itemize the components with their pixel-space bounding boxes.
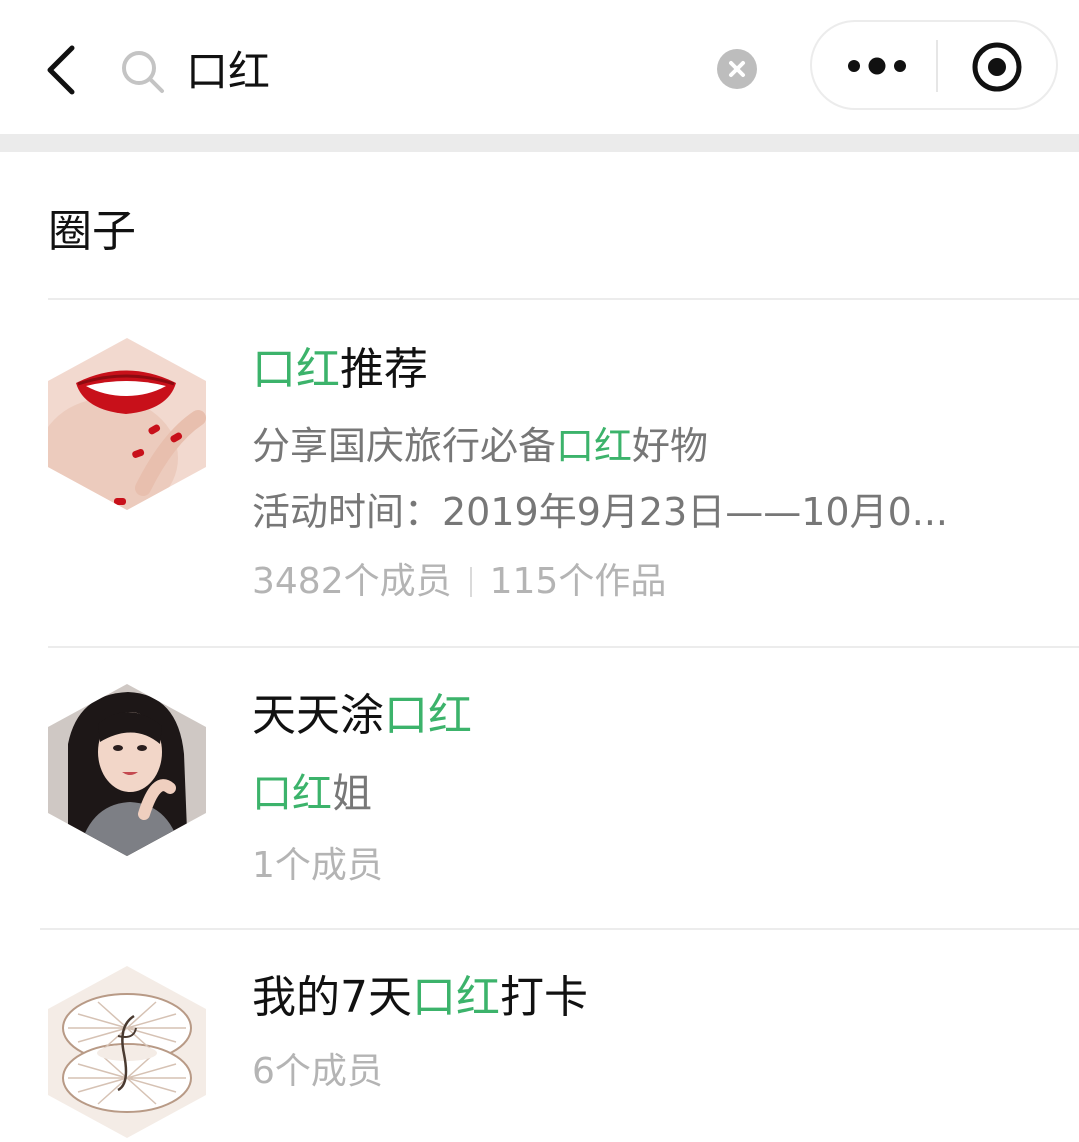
- more-button[interactable]: [840, 44, 914, 88]
- close-miniprogram-button[interactable]: [970, 40, 1024, 94]
- capsule-divider: [936, 40, 938, 92]
- result-description: 分享国庆旅行必备口红好物: [252, 424, 709, 468]
- result-description: 口红姐: [252, 771, 372, 817]
- back-button[interactable]: [38, 40, 88, 100]
- top-bar: [0, 0, 1079, 134]
- chevron-left-icon: [47, 45, 75, 95]
- member-count: 1个成员: [252, 845, 383, 886]
- result-item[interactable]: 我的7天口红打卡 6个成员: [0, 930, 1079, 1142]
- clear-icon: [729, 61, 745, 77]
- work-count: 115个作品: [489, 561, 667, 602]
- result-stats: 3482个成员 115个作品: [252, 556, 666, 608]
- result-title: 天天涂口红: [252, 690, 472, 741]
- member-count: 3482个成员: [252, 561, 452, 602]
- target-circle-icon: [972, 42, 1022, 92]
- search-icon: [120, 49, 166, 95]
- result-item[interactable]: 口红推荐 分享国庆旅行必备口红好物 活动时间：2019年9月23日——10月0.…: [0, 300, 1079, 646]
- result-item[interactable]: 天天涂口红 口红姐 1个成员: [0, 648, 1079, 928]
- result-title: 我的7天口红打卡: [252, 972, 588, 1023]
- girl-portrait-avatar: [48, 684, 206, 856]
- member-count: 6个成员: [252, 1051, 383, 1092]
- section-title: 圈子: [48, 206, 136, 257]
- shell-logo-avatar: [48, 966, 206, 1138]
- more-dots-icon: [848, 57, 906, 75]
- red-lips-avatar: [48, 338, 206, 510]
- result-activity-time: 活动时间：2019年9月23日——10月0...: [252, 490, 949, 534]
- miniprogram-capsule: [810, 20, 1058, 110]
- result-title: 口红推荐: [252, 344, 428, 395]
- header-separator: [0, 134, 1079, 152]
- search-input[interactable]: [186, 40, 686, 104]
- clear-search-button[interactable]: [717, 49, 757, 89]
